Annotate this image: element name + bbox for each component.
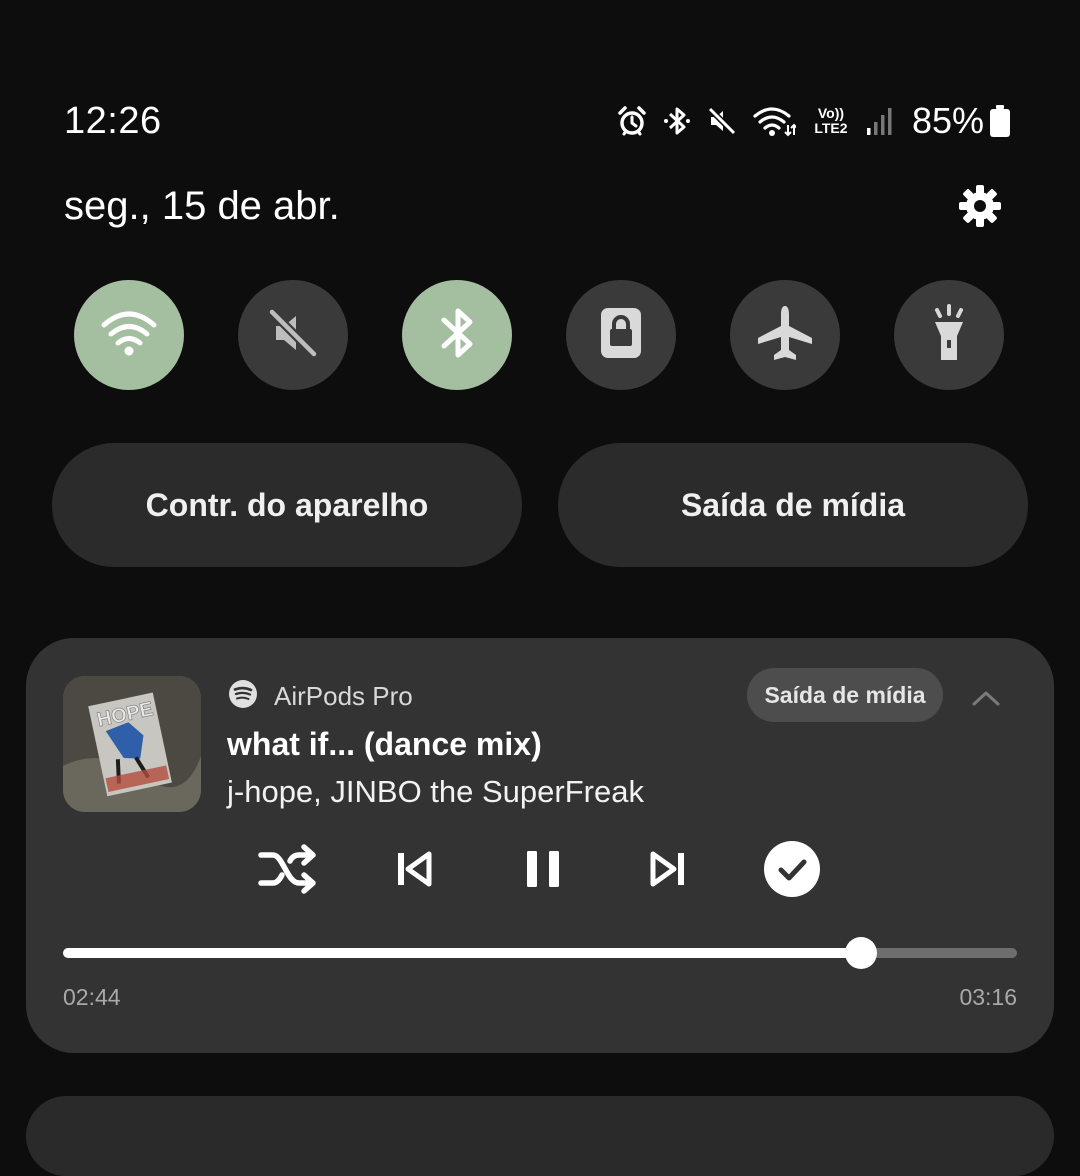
media-source-row: AirPods Pro <box>228 678 413 714</box>
status-icons: Vo)) LTE2 85% <box>616 100 1012 142</box>
pill-row: Contr. do aparelho Saída de mídia <box>52 443 1028 567</box>
next-notification-card[interactable] <box>26 1096 1054 1176</box>
settings-gear-icon[interactable] <box>954 180 1006 232</box>
date-label: seg., 15 de abr. <box>64 183 340 228</box>
playback-controls <box>26 838 1054 900</box>
status-time: 12:26 <box>64 99 162 142</box>
progress-thumb[interactable] <box>845 937 878 969</box>
media-source-name: AirPods Pro <box>274 680 413 711</box>
qs-tile-wifi[interactable] <box>74 280 184 390</box>
status-bar: 12:26 Vo)) LTE2 85% <box>64 98 1012 144</box>
chevron-up-icon[interactable] <box>968 680 1004 716</box>
elapsed-time: 02:44 <box>63 984 121 1010</box>
signal-icon <box>866 106 894 136</box>
quick-settings-row <box>74 280 1004 390</box>
flashlight-icon <box>924 302 974 369</box>
spotify-icon <box>228 679 258 714</box>
mute-icon <box>706 105 738 137</box>
media-player-card[interactable]: HOPE AirPods Pro Saída de mídia what if.… <box>26 638 1054 1053</box>
pause-icon[interactable] <box>520 838 566 900</box>
qs-tile-flashlight[interactable] <box>894 280 1004 390</box>
mute-icon <box>266 306 320 365</box>
track-title: what if... (dance mix) <box>227 726 542 762</box>
lock-icon <box>596 305 646 366</box>
bluetooth-icon <box>662 105 692 137</box>
progress-bar[interactable] <box>63 937 1017 969</box>
wifi-icon <box>100 309 158 362</box>
airplane-icon <box>754 302 816 369</box>
qs-tile-lock[interactable] <box>566 280 676 390</box>
next-icon[interactable] <box>646 838 690 900</box>
track-artist: j-hope, JINBO the SuperFreak <box>227 774 644 809</box>
qs-tile-bluetooth[interactable] <box>402 280 512 390</box>
device-control-button[interactable]: Contr. do aparelho <box>52 443 522 567</box>
battery-icon <box>988 104 1012 138</box>
shuffle-icon[interactable] <box>256 838 320 900</box>
album-art[interactable]: HOPE <box>63 676 201 812</box>
qs-tile-airplane[interactable] <box>730 280 840 390</box>
previous-icon[interactable] <box>392 838 436 900</box>
progress-fill <box>63 948 862 958</box>
battery-percent: 85% <box>911 100 984 141</box>
total-duration: 03:16 <box>959 984 1017 1010</box>
media-output-button[interactable]: Saída de mídia <box>558 443 1028 567</box>
date-row: seg., 15 de abr. <box>64 178 1006 234</box>
qs-tile-sound[interactable] <box>238 280 348 390</box>
wifi-icon <box>752 105 796 137</box>
alarm-icon <box>616 105 648 137</box>
media-output-chip[interactable]: Saída de mídia <box>747 668 943 722</box>
volte-label: Vo)) LTE2 <box>814 105 848 136</box>
bluetooth-icon <box>432 303 482 368</box>
check-icon[interactable] <box>762 838 822 900</box>
